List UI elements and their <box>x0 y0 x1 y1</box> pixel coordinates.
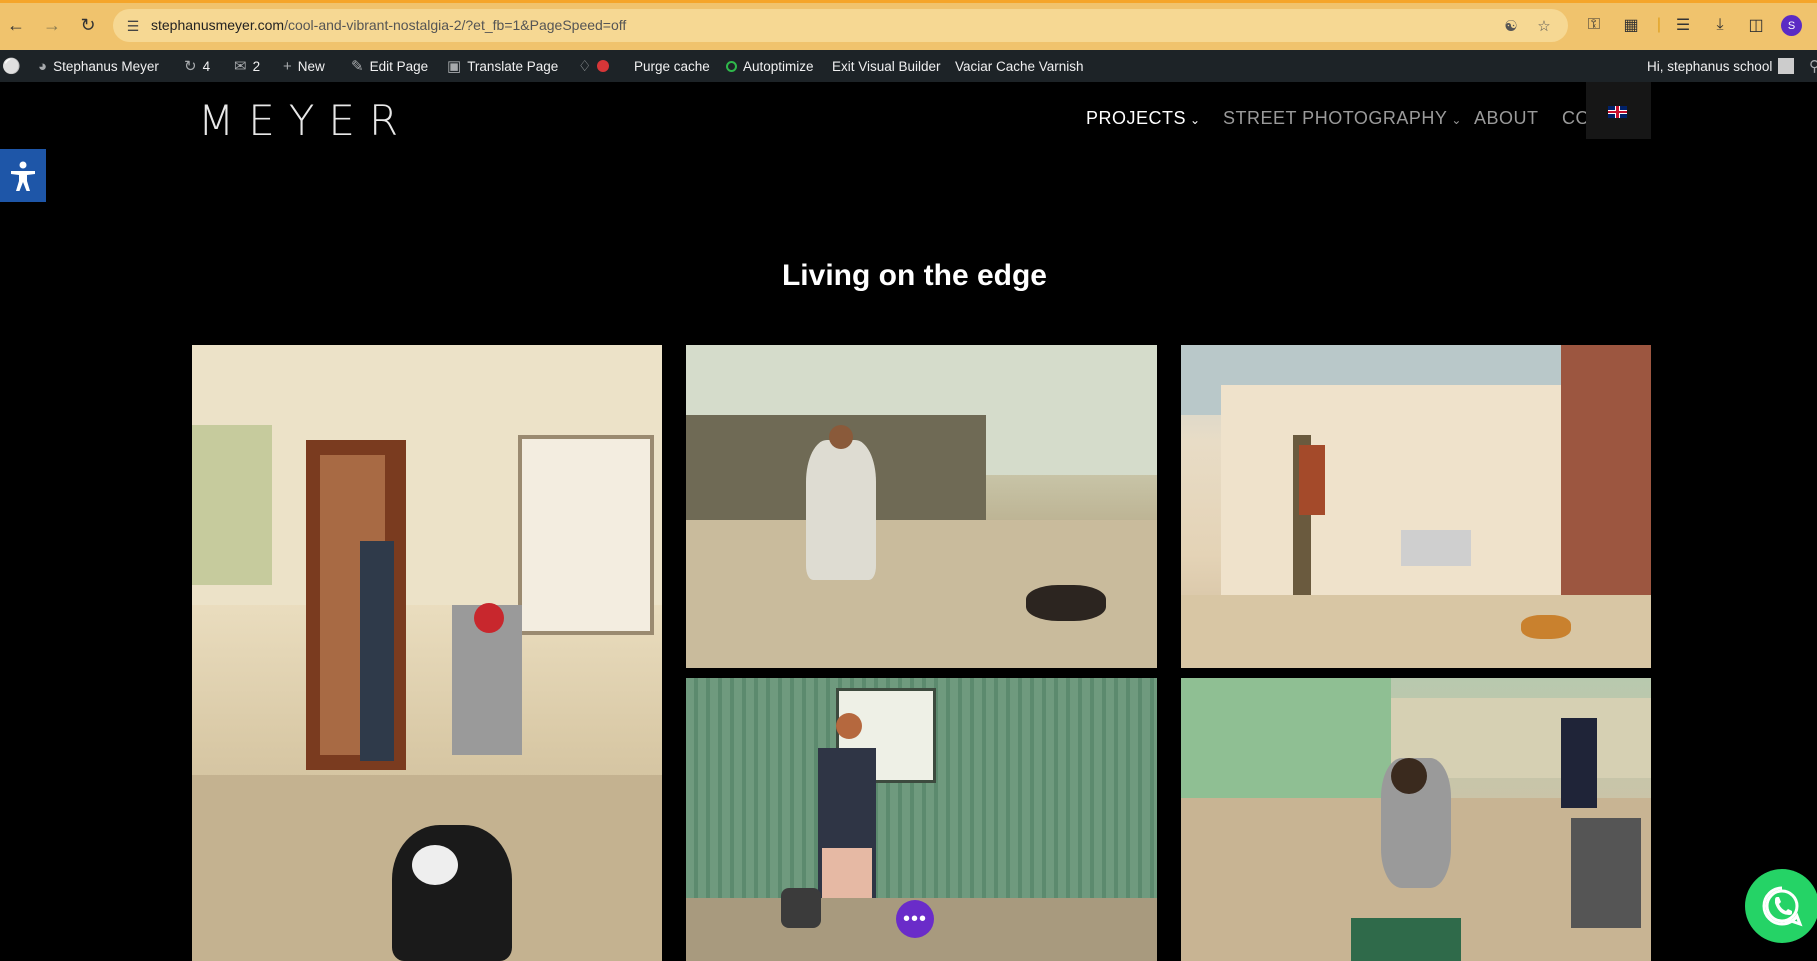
back-icon[interactable]: ← <box>4 13 28 37</box>
language-switcher[interactable] <box>1586 82 1651 139</box>
vaciar-cache-link[interactable]: Vaciar Cache Varnish <box>955 50 1084 82</box>
new-content-link[interactable]: + New <box>283 50 325 82</box>
url-domain: stephanusmeyer.com <box>151 17 285 33</box>
address-bar[interactable]: ☰ stephanusmeyer.com/cool-and-vibrant-no… <box>113 9 1568 42</box>
site-header: MEYER PROJECTS ⌄ STREET PHOTOGRAPHY ⌄ ABOU… <box>0 82 1817 157</box>
tab-strip-accent <box>0 0 1817 3</box>
yoast-icon: ♢ <box>578 58 592 75</box>
edit-page-label: Edit Page <box>369 58 429 74</box>
yoast-link[interactable]: ♢ <box>578 50 610 82</box>
edit-page-link[interactable]: ✎ Edit Page <box>351 50 428 82</box>
menu-label-projects: PROJECTS <box>1086 108 1187 128</box>
photo-man-crouching-yard[interactable] <box>1181 678 1651 961</box>
download-icon[interactable]: ⤓ <box>1709 14 1731 36</box>
chat-dots-icon[interactable]: ••• <box>896 900 934 938</box>
url-text[interactable]: stephanusmeyer.com/cool-and-vibrant-nost… <box>151 17 626 33</box>
autoptimize-status-icon <box>726 60 737 72</box>
seo-status-dot <box>597 60 610 72</box>
plus-icon: + <box>283 57 292 75</box>
user-avatar <box>1778 58 1795 74</box>
accessibility-icon[interactable] <box>0 149 46 202</box>
wp-admin-bar: ⚪ ◕ Stephanus Meyer ↻ 4 ✉ 2 + New ✎ Edit… <box>0 50 1817 82</box>
autoptimize-link[interactable]: Autoptimize <box>726 50 814 82</box>
profile-avatar[interactable]: S <box>1781 15 1802 36</box>
menu-item-projects[interactable]: PROJECTS ⌄ <box>1086 108 1201 129</box>
url-path: /cool-and-vibrant-nostalgia-2/?et_fb=1&P… <box>284 17 627 33</box>
menu-item-street-photography[interactable]: STREET PHOTOGRAPHY ⌄ <box>1223 108 1462 129</box>
comments-icon: ✉ <box>234 58 247 75</box>
updates-link[interactable]: ↻ 4 <box>184 50 210 82</box>
updates-count: 4 <box>202 58 211 74</box>
translate-page-label: Translate Page <box>467 58 559 74</box>
search-icon[interactable]: ⚲ <box>1809 50 1817 82</box>
greeting-label: Hi, stephanus school <box>1647 58 1773 74</box>
media-controls-icon[interactable]: ☰ <box>1672 14 1694 36</box>
updates-icon: ↻ <box>184 58 197 75</box>
vaciar-cache-label: Vaciar Cache Varnish <box>955 58 1084 74</box>
uk-flag-icon <box>1608 106 1627 118</box>
bookmark-star-icon[interactable]: ☆ <box>1534 16 1554 36</box>
pencil-icon: ✎ <box>351 58 364 75</box>
menu-item-about[interactable]: ABOUT <box>1474 108 1539 129</box>
comments-link[interactable]: ✉ 2 <box>234 50 260 82</box>
photo-man-beside-house[interactable] <box>1181 345 1651 668</box>
purge-cache-label: Purge cache <box>634 58 710 74</box>
photo-woman-doorway-dog[interactable] <box>192 345 662 961</box>
site-info-icon[interactable]: ☰ <box>123 16 143 36</box>
translate-icon[interactable]: ☯ <box>1501 16 1521 36</box>
comments-count: 2 <box>252 58 261 74</box>
chevron-down-icon: ⌄ <box>1190 113 1201 127</box>
new-label: New <box>297 58 325 74</box>
exit-visual-builder-label: Exit Visual Builder <box>832 58 941 74</box>
dashboard-icon: ◕ <box>38 57 48 75</box>
chevron-down-icon: ⌄ <box>1451 113 1462 127</box>
reload-icon[interactable]: ↻ <box>76 13 100 37</box>
wordpress-logo-icon[interactable]: ⚪ <box>2 50 21 82</box>
section-title: Living on the edge <box>781 259 1047 292</box>
side-panel-icon[interactable]: ◫ <box>1745 14 1767 36</box>
menu-label-about: ABOUT <box>1474 108 1539 128</box>
translate-page-link[interactable]: ▣ Translate Page <box>447 50 558 82</box>
password-key-icon[interactable]: ⚿ <box>1583 14 1605 36</box>
browser-toolbar: ← → ↻ ☰ stephanusmeyer.com/cool-and-vibr… <box>0 0 1817 50</box>
autoptimize-label: Autoptimize <box>743 58 814 74</box>
whatsapp-icon[interactable] <box>1745 869 1817 943</box>
exit-visual-builder-link[interactable]: Exit Visual Builder <box>832 50 941 82</box>
toolbar-separator: | <box>1656 16 1662 33</box>
translate-page-icon: ▣ <box>447 58 462 75</box>
photo-woman-seated-fence-dog[interactable] <box>686 345 1157 668</box>
site-name-link[interactable]: ◕ Stephanus Meyer <box>38 50 159 82</box>
purge-cache-link[interactable]: Purge cache <box>634 50 710 82</box>
site-name-label: Stephanus Meyer <box>53 58 159 74</box>
site-logo[interactable]: MEYER <box>198 96 412 145</box>
my-account-link[interactable]: Hi, stephanus school <box>1647 50 1795 82</box>
extensions-icon[interactable]: ▦ <box>1620 14 1642 36</box>
menu-label-street-photography: STREET PHOTOGRAPHY <box>1223 108 1448 128</box>
forward-icon[interactable]: → <box>40 13 64 37</box>
